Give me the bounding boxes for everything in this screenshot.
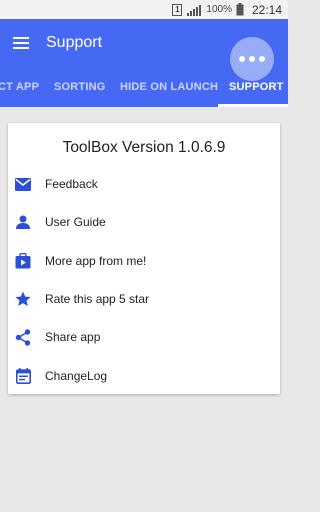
version-title: ToolBox Version 1.0.6.9 bbox=[62, 139, 226, 156]
menu-button[interactable] bbox=[0, 19, 42, 67]
sim-indicator: 1 bbox=[172, 3, 183, 16]
signal-icon bbox=[187, 4, 202, 16]
dot-icon bbox=[239, 56, 245, 62]
feedback-label: Feedback bbox=[45, 177, 98, 191]
star-icon bbox=[13, 289, 33, 309]
calendar-icon bbox=[13, 366, 33, 386]
battery-percent: 100% bbox=[206, 4, 232, 15]
page-title: Support bbox=[46, 34, 103, 51]
share-app-item[interactable]: Share app bbox=[8, 318, 280, 356]
tab-hide-on-launch[interactable]: HIDE ON LAUNCH bbox=[120, 67, 218, 107]
clock: 22:14 bbox=[251, 2, 282, 17]
share-icon bbox=[13, 327, 33, 347]
overflow-menu-button[interactable] bbox=[230, 37, 274, 81]
dot-icon bbox=[249, 56, 255, 62]
feedback-item[interactable]: Feedback bbox=[8, 165, 280, 203]
hamburger-icon bbox=[13, 37, 29, 49]
more-apps-label: More app from me! bbox=[45, 254, 147, 268]
more-apps-item[interactable]: More app from me! bbox=[8, 242, 280, 280]
person-icon bbox=[13, 212, 33, 232]
battery-icon bbox=[236, 3, 244, 16]
changelog-item[interactable]: ChangeLog bbox=[8, 357, 280, 395]
user-guide-item[interactable]: User Guide bbox=[8, 203, 280, 241]
rate-app-label: Rate this app 5 star bbox=[45, 292, 150, 306]
user-guide-label: User Guide bbox=[45, 215, 106, 229]
dot-icon bbox=[259, 56, 265, 62]
changelog-label: ChangeLog bbox=[45, 369, 108, 383]
tab-select-app[interactable]: CT APP bbox=[0, 67, 39, 107]
tab-indicator bbox=[218, 104, 288, 107]
tab-sorting[interactable]: SORTING bbox=[54, 67, 106, 107]
store-icon bbox=[13, 251, 33, 271]
rate-app-item[interactable]: Rate this app 5 star bbox=[8, 280, 280, 318]
email-icon bbox=[13, 174, 33, 194]
status-bar: 1 100% 22:14 bbox=[0, 0, 288, 19]
share-app-label: Share app bbox=[45, 330, 101, 344]
support-card: ToolBox Version 1.0.6.9 Feedback User Gu… bbox=[8, 123, 280, 394]
